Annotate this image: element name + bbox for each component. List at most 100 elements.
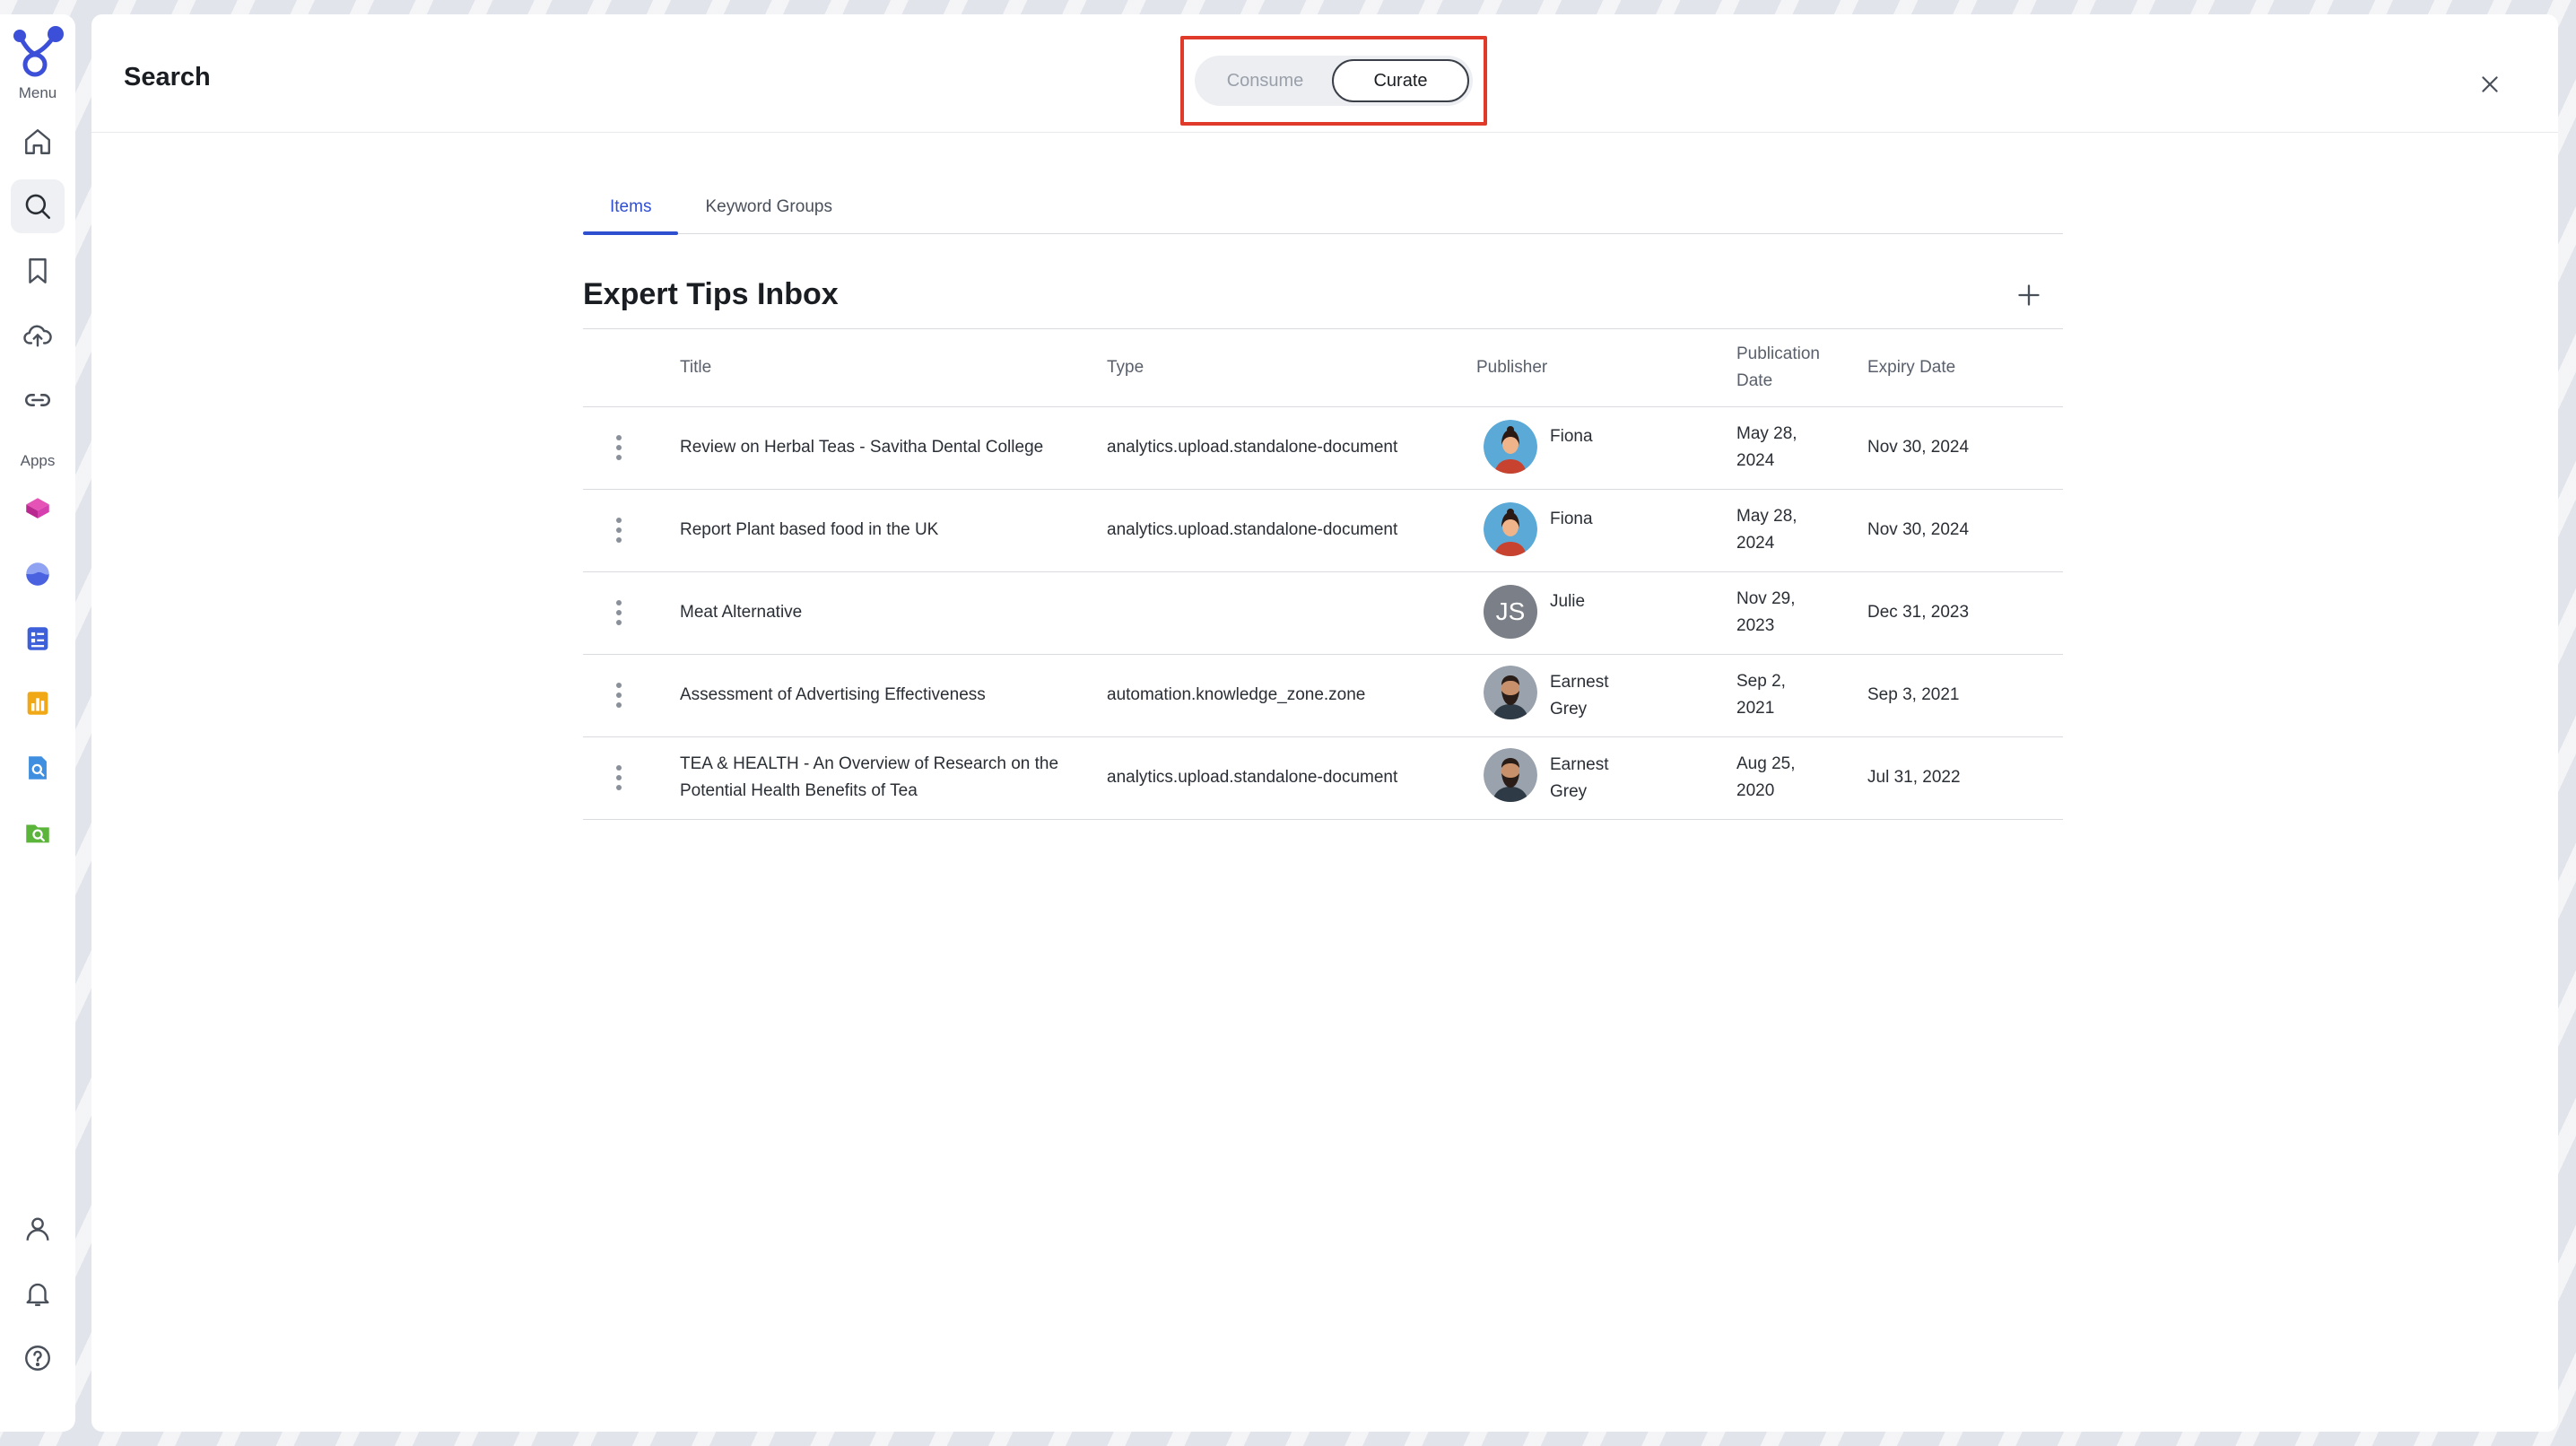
- plus-icon: [2018, 283, 2040, 306]
- kebab-dot: [616, 702, 622, 708]
- publisher: Fiona: [1476, 502, 1736, 556]
- nav-upload[interactable]: [11, 309, 65, 362]
- table-header-row: Title Type Publisher Publication Date Ex…: [583, 329, 2063, 407]
- publisher-name: Earnest Grey: [1550, 673, 1609, 719]
- kebab-dot: [616, 693, 622, 698]
- row-actions-cell: [583, 654, 680, 737]
- nav-links[interactable]: [11, 373, 65, 427]
- table-row[interactable]: TEA & HEALTH - An Overview of Research o…: [583, 736, 2063, 820]
- item-title[interactable]: TEA & HEALTH - An Overview of Research o…: [680, 751, 1107, 805]
- row-actions-cell: [583, 406, 680, 490]
- publisher-cell: Earnest Grey: [1476, 736, 1736, 820]
- row-actions-cell: [583, 489, 680, 572]
- app-folder-search[interactable]: [11, 806, 65, 859]
- expiry-date-cell: Sep 3, 2021: [1867, 654, 2063, 737]
- nav-notifications[interactable]: [11, 1267, 65, 1320]
- nav-help[interactable]: [11, 1331, 65, 1385]
- nav-home[interactable]: [11, 115, 65, 169]
- publication-date-cell: Sep 2, 2021: [1736, 654, 1867, 737]
- expiry-date: Jul 31, 2022: [1867, 768, 1961, 787]
- help-icon: [25, 1346, 50, 1371]
- tab-items[interactable]: Items: [583, 190, 679, 235]
- app-wave[interactable]: [11, 547, 65, 601]
- app-cube[interactable]: [11, 483, 65, 536]
- column-header-publisher[interactable]: Publisher: [1476, 329, 1736, 407]
- publisher: Earnest Grey: [1476, 748, 1736, 806]
- kebab-dot: [616, 600, 622, 605]
- type-cell: automation.knowledge_zone.zone: [1107, 654, 1476, 737]
- item-type: analytics.upload.standalone-document: [1107, 768, 1398, 787]
- mode-consume-option[interactable]: Consume: [1198, 59, 1332, 102]
- search-icon: [25, 194, 51, 220]
- table-row[interactable]: Report Plant based food in the UK analyt…: [583, 489, 2063, 572]
- kebab-dot: [616, 775, 622, 780]
- table-row[interactable]: Assessment of Advertising Effectiveness …: [583, 654, 2063, 737]
- tab-bar: Items Keyword Groups: [583, 190, 2063, 235]
- table-row[interactable]: Meat Alternative JS Julie Nov 29, 2023 D…: [583, 571, 2063, 655]
- expiry-date: Dec 31, 2023: [1867, 603, 1970, 622]
- mode-curate-option[interactable]: Curate: [1332, 59, 1469, 102]
- publisher-cell: JS Julie: [1476, 571, 1736, 655]
- kebab-dot: [616, 765, 622, 771]
- row-actions-cell: [583, 736, 680, 820]
- kebab-dot: [616, 435, 622, 440]
- item-title[interactable]: Meat Alternative: [680, 599, 1107, 626]
- expiry-date: Nov 30, 2024: [1867, 438, 1970, 457]
- column-header-expiry-date[interactable]: Expiry Date: [1867, 329, 2063, 407]
- item-type: analytics.upload.standalone-document: [1107, 520, 1398, 539]
- column-header-title[interactable]: Title: [680, 329, 1107, 407]
- content-area: Items Keyword Groups Expert Tips Inbox T…: [583, 190, 2063, 820]
- upload-icon: [23, 325, 52, 347]
- app-document[interactable]: [11, 612, 65, 666]
- publication-date-cell: May 28, 2024: [1736, 489, 1867, 572]
- app-chart[interactable]: [11, 676, 65, 730]
- item-title[interactable]: Assessment of Advertising Effectiveness: [680, 682, 1107, 709]
- publisher-cell: Fiona: [1476, 406, 1736, 490]
- column-header-publication-date[interactable]: Publication Date: [1736, 329, 1867, 407]
- publication-date: May 28, 2024: [1736, 507, 1797, 553]
- row-menu-button[interactable]: [603, 595, 635, 631]
- avatar-initials: JS: [1484, 585, 1537, 639]
- publication-date: Aug 25, 2020: [1736, 754, 1796, 800]
- tab-keyword-groups[interactable]: Keyword Groups: [678, 190, 859, 233]
- nav-bookmarks[interactable]: [11, 244, 65, 298]
- row-menu-button[interactable]: [603, 677, 635, 713]
- avatar-photo: [1484, 748, 1537, 802]
- row-menu-button[interactable]: [603, 760, 635, 796]
- table-row[interactable]: Review on Herbal Teas - Savitha Dental C…: [583, 406, 2063, 490]
- row-menu-button[interactable]: [603, 430, 635, 466]
- section-header: Expert Tips Inbox: [583, 234, 2063, 329]
- close-button[interactable]: [2472, 66, 2508, 102]
- rail-bottom: [11, 1202, 65, 1396]
- home-icon: [25, 129, 50, 154]
- title-cell: Assessment of Advertising Effectiveness: [680, 654, 1107, 737]
- kebab-dot: [616, 527, 622, 533]
- app-logo[interactable]: [9, 23, 66, 81]
- nav-profile[interactable]: [11, 1202, 65, 1256]
- item-title[interactable]: Review on Herbal Teas - Savitha Dental C…: [680, 434, 1107, 461]
- app-file-search[interactable]: [11, 741, 65, 795]
- app-chart-icon: [27, 692, 48, 715]
- nav-search[interactable]: [11, 179, 65, 233]
- app-folder-search-icon: [26, 824, 49, 843]
- title-cell: TEA & HEALTH - An Overview of Research o…: [680, 736, 1107, 820]
- left-rail: Menu Apps: [0, 14, 75, 1432]
- kebab-dot: [616, 455, 622, 460]
- row-actions-cell: [583, 571, 680, 655]
- publication-date: Nov 29, 2023: [1736, 589, 1796, 635]
- title-cell: Review on Herbal Teas - Savitha Dental C…: [680, 406, 1107, 490]
- close-icon: [2482, 76, 2498, 92]
- item-title[interactable]: Report Plant based food in the UK: [680, 517, 1107, 544]
- row-menu-button[interactable]: [603, 512, 635, 548]
- user-icon: [26, 1217, 49, 1241]
- page-title: Search: [124, 63, 211, 91]
- app-wave-icon: [26, 562, 49, 586]
- expiry-date: Sep 3, 2021: [1867, 685, 1960, 704]
- kebab-dot: [616, 610, 622, 615]
- title-cell: Report Plant based food in the UK: [680, 489, 1107, 572]
- publication-date-cell: Aug 25, 2020: [1736, 736, 1867, 820]
- add-item-button[interactable]: [2011, 277, 2047, 313]
- column-header-type[interactable]: Type: [1107, 329, 1476, 407]
- table-body: Review on Herbal Teas - Savitha Dental C…: [583, 406, 2063, 820]
- expiry-date-cell: Nov 30, 2024: [1867, 406, 2063, 490]
